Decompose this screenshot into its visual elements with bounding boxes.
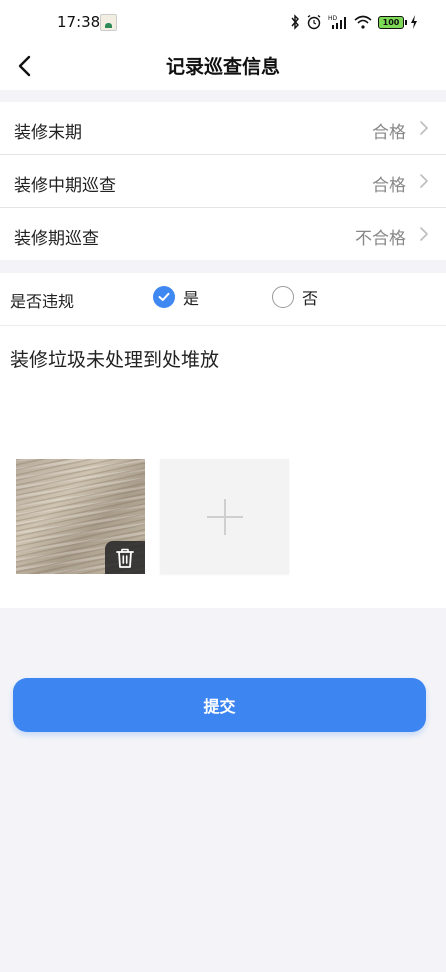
uploaded-photo[interactable]	[16, 459, 145, 574]
violation-field: 是否违规 是 否	[0, 273, 446, 326]
hd-signal-icon: HD	[328, 15, 346, 29]
inspection-label: 装修期巡查	[14, 229, 99, 249]
radio-no-label: 否	[302, 289, 319, 308]
inspection-list: 装修末期 合格 装修中期巡查 合格 装修期巡查 不合格	[0, 102, 446, 260]
description-section: 装修垃圾未处理到处堆放	[0, 326, 446, 608]
nav-bar: 记录巡查信息	[0, 44, 446, 90]
svg-text:HD: HD	[328, 15, 338, 22]
inspection-result: 合格	[372, 176, 406, 196]
description-text[interactable]: 装修垃圾未处理到处堆放	[10, 345, 219, 372]
alarm-icon	[307, 14, 321, 30]
chevron-right-icon	[420, 227, 428, 241]
status-icons: HD 100	[290, 12, 418, 32]
inspection-result: 不合格	[355, 229, 406, 249]
radio-checked-icon	[153, 286, 175, 308]
battery-level: 100	[382, 17, 400, 27]
charging-icon	[411, 15, 417, 29]
status-time: 17:38	[57, 13, 101, 31]
inspection-row-mid[interactable]: 装修中期巡查 合格	[0, 155, 446, 208]
chevron-right-icon	[420, 121, 428, 135]
delete-photo-button[interactable]	[105, 541, 145, 574]
inspection-row-period[interactable]: 装修期巡查 不合格	[0, 208, 446, 260]
violation-label: 是否违规	[10, 292, 75, 311]
add-photo-button[interactable]	[160, 459, 289, 574]
app-notification-icon	[100, 14, 117, 31]
inspection-row-final[interactable]: 装修末期 合格	[0, 102, 446, 155]
status-bar: 17:38 HD 100	[0, 0, 446, 44]
trash-icon	[116, 548, 134, 568]
inspection-label: 装修中期巡查	[14, 176, 116, 196]
inspection-label: 装修末期	[14, 123, 82, 143]
wifi-icon	[354, 15, 372, 29]
battery-icon: 100	[378, 15, 407, 29]
radio-no[interactable]: 否	[272, 285, 318, 309]
submit-label: 提交	[203, 697, 236, 716]
submit-button[interactable]: 提交	[13, 678, 426, 732]
radio-yes-label: 是	[183, 289, 200, 308]
page-title: 记录巡查信息	[165, 56, 280, 78]
radio-unchecked-icon	[272, 286, 294, 308]
bluetooth-icon	[291, 14, 299, 30]
inspection-result: 合格	[372, 123, 406, 143]
radio-yes[interactable]: 是	[153, 285, 199, 309]
chevron-right-icon	[420, 174, 428, 188]
